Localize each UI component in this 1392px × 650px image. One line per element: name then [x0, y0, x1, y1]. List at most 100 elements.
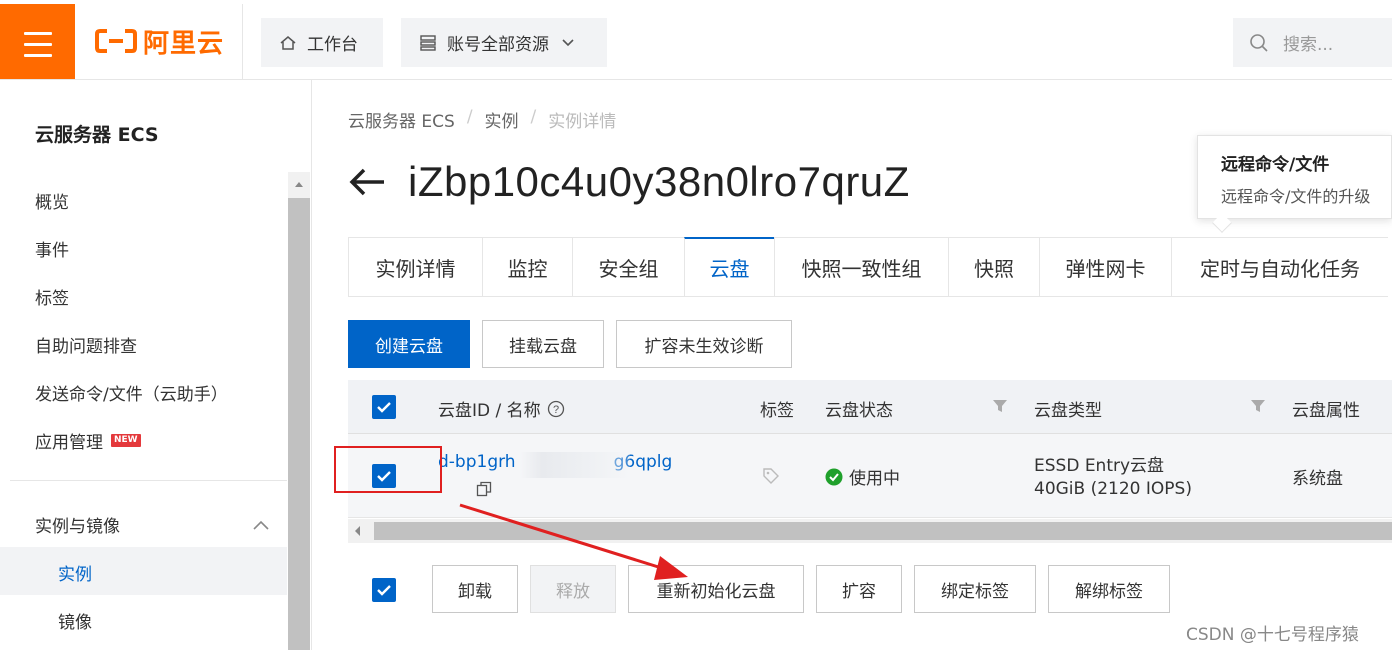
page-title: iZbp10c4u0y38n0lro7qruZ: [408, 158, 910, 205]
sidebar-item-send-command[interactable]: 发送命令/文件（云助手）: [35, 380, 228, 405]
release-button[interactable]: 释放: [530, 565, 616, 613]
sidebar-item-overview[interactable]: 概览: [35, 188, 69, 213]
breadcrumb-instances[interactable]: 实例: [485, 107, 519, 132]
tab-label: 快照一致性组: [801, 256, 922, 281]
tooltip-text: 远程命令/文件的升级: [1221, 187, 1371, 206]
tab-elastic-nics[interactable]: 弹性网卡: [1039, 237, 1171, 296]
success-check-icon: [825, 468, 843, 485]
divider: [242, 4, 243, 80]
sidebar-item-instances[interactable]: 实例: [58, 560, 92, 585]
sidebar-item-label: 应用管理: [35, 433, 103, 453]
resize-button[interactable]: 扩容: [816, 565, 902, 613]
search-icon: [1249, 33, 1269, 53]
menu-icon[interactable]: [0, 4, 75, 79]
workbench-button[interactable]: 工作台: [261, 18, 383, 67]
bind-tag-button[interactable]: 绑定标签: [914, 565, 1036, 613]
tab-snapshots[interactable]: 快照: [948, 237, 1039, 296]
logo-text: 阿里云: [143, 28, 225, 59]
help-icon[interactable]: ?: [547, 400, 565, 418]
checkmark-icon: [377, 402, 391, 413]
tag-icon[interactable]: [762, 467, 780, 485]
disk-type: ESSD Entry云盘: [1034, 456, 1165, 476]
tab-disks[interactable]: 云盘: [684, 237, 774, 296]
tab-label: 弹性网卡: [1065, 256, 1146, 281]
tab-bar: 实例详情 监控 安全组 云盘 快照一致性组 快照 弹性网卡 定时与自动化任务: [348, 237, 1388, 297]
tab-snapshot-consistency-groups[interactable]: 快照一致性组: [774, 237, 948, 296]
tab-label: 快照: [974, 256, 1014, 281]
resources-label: 账号全部资源: [447, 35, 549, 55]
scroll-up-icon[interactable]: [288, 172, 310, 196]
column-header-type: 云盘类型: [1034, 401, 1102, 421]
sidebar-scrollbar-thumb[interactable]: [288, 198, 310, 650]
stack-icon: [419, 34, 437, 52]
tab-security-groups[interactable]: 安全组: [572, 237, 684, 296]
create-disk-button[interactable]: 创建云盘: [348, 320, 470, 368]
sidebar-item-troubleshoot[interactable]: 自助问题排查: [35, 332, 137, 357]
unbind-tag-button[interactable]: 解绑标签: [1048, 565, 1170, 613]
search-input[interactable]: 搜索...: [1233, 18, 1392, 67]
aliyun-logo[interactable]: 阿里云: [95, 24, 225, 59]
tooltip-popover: 远程命令/文件 远程命令/文件的升级: [1197, 135, 1392, 219]
back-arrow-icon[interactable]: [348, 166, 386, 198]
redaction-blur: [520, 452, 630, 478]
sidebar-active-highlight: [0, 547, 287, 595]
checkmark-icon: [377, 585, 391, 596]
svg-text:?: ?: [553, 404, 559, 416]
tab-monitoring[interactable]: 监控: [482, 237, 572, 296]
column-header-id-name: 云盘ID / 名称 ?: [438, 396, 565, 421]
sidebar-item-tags[interactable]: 标签: [35, 284, 69, 309]
tab-instance-details[interactable]: 实例详情: [348, 237, 482, 296]
filter-icon[interactable]: [1250, 398, 1266, 414]
tab-label: 定时与自动化任务: [1200, 256, 1360, 281]
sidebar-item-images[interactable]: 镜像: [58, 608, 92, 633]
disk-id-prefix: d-bp1grh: [438, 452, 516, 472]
resources-dropdown[interactable]: 账号全部资源: [401, 18, 607, 67]
table-row[interactable]: d-bp1grh g6qplg 使用中 ESSD Entry云盘 40GiB (2…: [348, 434, 1392, 518]
search-placeholder: 搜索...: [1283, 35, 1334, 55]
chevron-down-icon: [561, 38, 575, 48]
tab-label: 安全组: [598, 256, 659, 281]
disk-spec: 40GiB (2120 IOPS): [1034, 479, 1192, 499]
sidebar-item-events[interactable]: 事件: [35, 236, 69, 261]
watermark: CSDN @十七号程序猿: [1186, 625, 1359, 645]
status-label: 使用中: [849, 469, 900, 489]
tab-scheduled-tasks[interactable]: 定时与自动化任务: [1171, 237, 1388, 296]
copy-icon[interactable]: [476, 481, 492, 497]
sidebar: 云服务器 ECS 概览 事件 标签 自助问题排查 发送命令/文件（云助手） 应用…: [0, 80, 312, 650]
sidebar-item-app-management[interactable]: 应用管理 NEW: [35, 428, 141, 453]
sidebar-group-label: 实例与镜像: [35, 517, 120, 537]
breadcrumb-ecs[interactable]: 云服务器 ECS: [348, 107, 455, 132]
column-header-status: 云盘状态: [825, 401, 893, 421]
tab-label: 云盘: [709, 257, 750, 281]
divider: [10, 480, 287, 481]
breadcrumb-separator: /: [466, 107, 473, 127]
table-scrollbar-thumb[interactable]: [374, 522, 1392, 540]
annotation-box: [334, 446, 442, 493]
table-header: 云盘ID / 名称 ? 标签 云盘状态 云盘类型 云盘属性: [348, 380, 1392, 434]
sidebar-item-label: 概览: [35, 193, 69, 213]
detach-button[interactable]: 卸载: [432, 565, 518, 613]
top-bar: 阿里云 工作台 账号全部资源 搜索...: [0, 0, 1392, 80]
filter-icon[interactable]: [992, 398, 1008, 414]
aliyun-logo-icon: [95, 29, 137, 53]
breadcrumb-current: 实例详情: [548, 112, 617, 132]
disk-attribute: 系统盘: [1292, 469, 1343, 489]
select-all-checkbox[interactable]: [372, 395, 396, 419]
new-badge: NEW: [111, 434, 141, 447]
workbench-label: 工作台: [307, 35, 358, 55]
home-icon: [279, 34, 297, 52]
tab-label: 实例详情: [375, 256, 456, 281]
sidebar-item-label: 事件: [35, 241, 69, 261]
scroll-left-icon[interactable]: [352, 524, 362, 538]
chevron-up-icon: [253, 520, 269, 530]
column-header-label: 云盘ID / 名称: [438, 401, 541, 421]
resize-diagnose-button[interactable]: 扩容未生效诊断: [616, 320, 792, 368]
reinitialize-disk-button[interactable]: 重新初始化云盘: [628, 565, 804, 613]
bulk-select-checkbox[interactable]: [372, 578, 396, 602]
attach-disk-button[interactable]: 挂载云盘: [482, 320, 604, 368]
sidebar-title: 云服务器 ECS: [35, 124, 159, 146]
sidebar-group-instances-images[interactable]: 实例与镜像: [35, 512, 270, 537]
column-header-attribute: 云盘属性: [1292, 401, 1360, 421]
column-header-tags: 标签: [760, 401, 794, 421]
tooltip-title: 远程命令/文件: [1221, 155, 1330, 175]
